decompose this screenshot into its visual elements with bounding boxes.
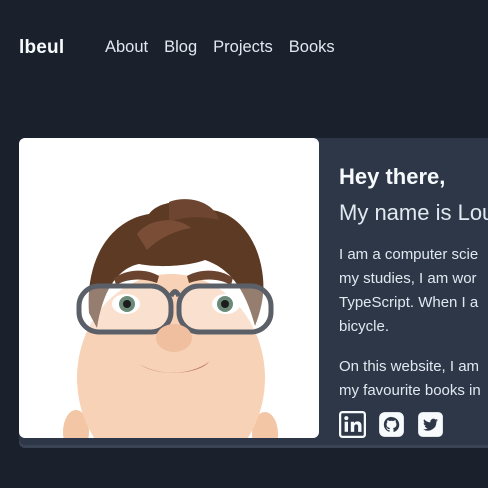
nav-link-blog[interactable]: Blog [164, 38, 197, 57]
bio-line: I am a computer scie [339, 246, 479, 263]
nav-link-books[interactable]: Books [289, 38, 335, 57]
bio-line: TypeScript. When I a [339, 294, 479, 311]
site-paragraph: On this website, I am my favourite books… [339, 355, 488, 403]
social-links [339, 411, 444, 438]
nav-link-about[interactable]: About [105, 38, 148, 57]
bio-paragraph: I am a computer scie my studies, I am wo… [339, 243, 488, 339]
nav-link-projects[interactable]: Projects [213, 38, 273, 57]
twitter-icon [418, 412, 443, 437]
bio-line: bicycle. [339, 318, 390, 335]
twitter-link[interactable] [417, 411, 444, 438]
main-nav: About Blog Projects Books [105, 38, 335, 57]
intro-content: Hey there, My name is Lou I am a compute… [339, 163, 488, 403]
site-brand-link[interactable]: lbeul [19, 37, 64, 59]
linkedin-icon [339, 411, 366, 438]
page: lbeul About Blog Projects Books Hey ther… [0, 0, 488, 488]
name-line: My name is Lou [339, 200, 488, 225]
github-link[interactable] [378, 411, 405, 438]
memoji-avatar [63, 199, 278, 438]
github-icon [379, 412, 404, 437]
linkedin-link[interactable] [339, 411, 366, 438]
bio-line: my studies, I am wor [339, 270, 477, 287]
site-line: my favourite books in [339, 382, 481, 399]
greeting-heading: Hey there, [339, 164, 446, 189]
site-line: On this website, I am [339, 358, 480, 375]
avatar-frame [19, 138, 319, 438]
